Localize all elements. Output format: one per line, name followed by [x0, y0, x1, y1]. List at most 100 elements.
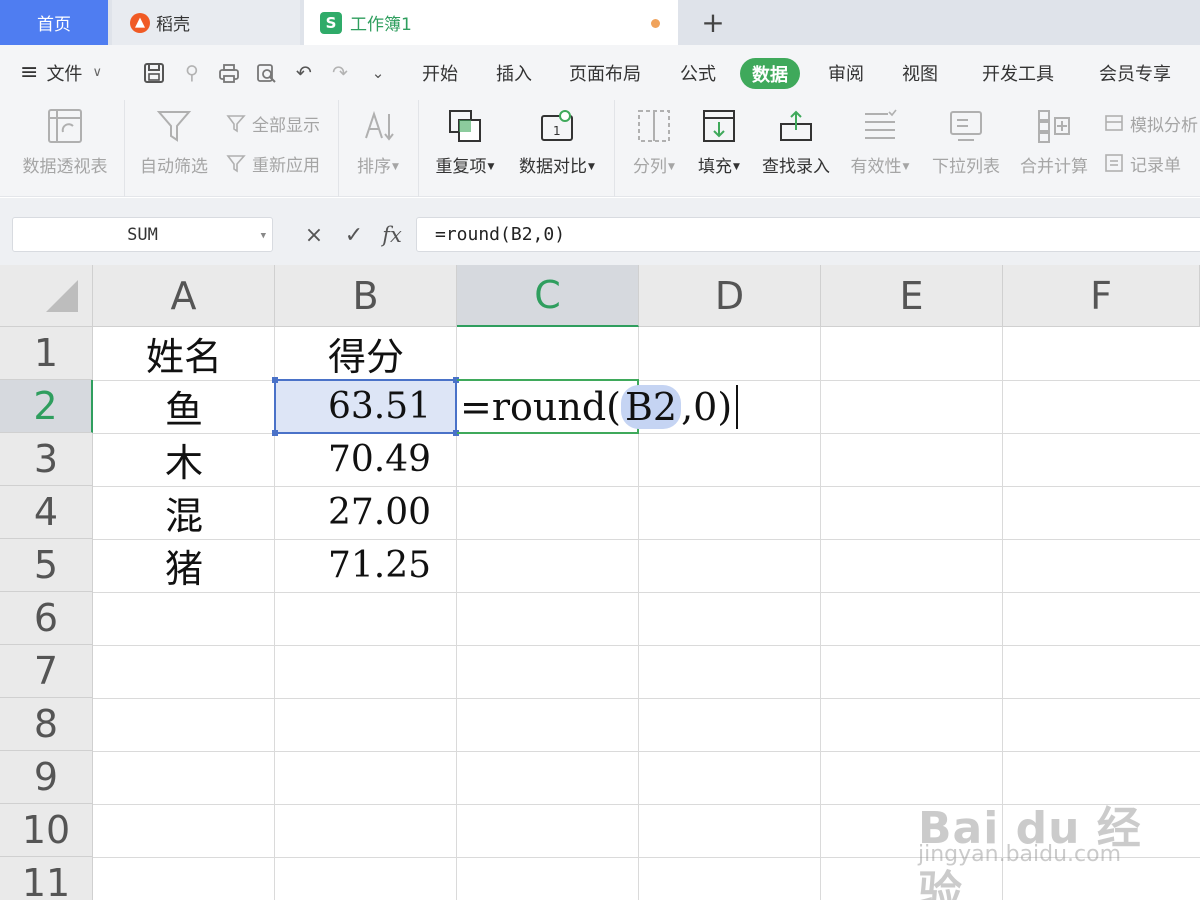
- select-all-corner[interactable]: [0, 265, 93, 327]
- row-header-9[interactable]: 9: [0, 751, 93, 804]
- row-header-10-label: 10: [21, 808, 71, 852]
- gridline: [820, 327, 821, 900]
- row-header-5-label: 5: [33, 543, 59, 587]
- row-header-2[interactable]: 2: [0, 380, 93, 433]
- format-painter-icon[interactable]: ⚲: [180, 61, 204, 85]
- gridline: [93, 592, 1200, 593]
- row-header-3[interactable]: 3: [0, 433, 93, 486]
- data-compare-icon: 1: [537, 106, 577, 146]
- duplicates-button[interactable]: 重复项▼: [430, 100, 500, 197]
- svg-text:1: 1: [553, 124, 561, 138]
- split-column-button[interactable]: 分列▼: [626, 100, 682, 197]
- tab-home-label: 首页: [37, 15, 71, 35]
- cell-a2[interactable]: 鱼: [93, 380, 275, 433]
- gridline: [93, 645, 1200, 646]
- cell-b1[interactable]: 得分: [275, 327, 457, 380]
- row-header-5[interactable]: 5: [0, 539, 93, 592]
- name-box-dropdown-icon[interactable]: ▼: [261, 231, 266, 241]
- fill-down-icon: [699, 106, 739, 146]
- new-tab-button[interactable]: +: [696, 0, 730, 45]
- baidu-watermark: Bai du 经验 jingyan.baidu.com: [918, 770, 1148, 900]
- menu-tab-page-layout[interactable]: 页面布局: [569, 45, 641, 100]
- row-header-6[interactable]: 6: [0, 592, 93, 645]
- select-all-triangle-icon: [46, 280, 78, 312]
- data-compare-button[interactable]: 1 数据对比▼: [512, 100, 602, 197]
- menu-tab-insert-label: 插入: [496, 63, 532, 85]
- sort-button[interactable]: 排序▼: [350, 100, 406, 197]
- dropdown-list-icon: [946, 106, 986, 146]
- row-header-7[interactable]: 7: [0, 645, 93, 698]
- menu-tab-view[interactable]: 视图: [902, 45, 938, 100]
- fill-button[interactable]: 填充▼: [694, 100, 744, 197]
- menu-tab-insert[interactable]: 插入: [496, 45, 532, 100]
- show-all-label: 全部显示: [252, 115, 320, 136]
- column-header-b-label: B: [352, 273, 379, 318]
- chevron-down-icon: ∨: [92, 65, 102, 80]
- duplicates-label: 重复项▼: [435, 157, 495, 177]
- fx-icon: fx: [382, 223, 402, 247]
- row-header-8[interactable]: 8: [0, 698, 93, 751]
- cell-b3[interactable]: 70.49: [275, 433, 457, 486]
- cell-a1[interactable]: 姓名: [93, 327, 275, 380]
- insert-function-button[interactable]: fx: [376, 220, 408, 250]
- menu-tab-data[interactable]: 数据: [740, 58, 800, 89]
- column-header-b[interactable]: B: [275, 265, 457, 327]
- menu-tab-formula[interactable]: 公式: [680, 45, 716, 100]
- cell-a3[interactable]: 木: [93, 433, 275, 486]
- cancel-formula-button[interactable]: ×: [300, 220, 328, 250]
- menu-bar: ≡ 文件 ∨ ⚲ ↶ ↷ ⌄ 开始 插入 页面布局 公式 数据 审阅 视图 开发…: [0, 45, 1200, 100]
- pivot-table-label: 数据透视表: [22, 157, 108, 177]
- save-icon[interactable]: [142, 61, 166, 85]
- column-header-a[interactable]: A: [93, 265, 275, 327]
- consolidate-label: 合并计算: [1020, 157, 1088, 177]
- menu-tab-developer[interactable]: 开发工具: [982, 45, 1054, 100]
- column-header-d[interactable]: D: [639, 265, 821, 327]
- file-menu-button[interactable]: ≡ 文件 ∨: [20, 45, 102, 100]
- row-header-11-label: 11: [21, 861, 71, 900]
- tab-daoke[interactable]: ▲ 稻壳: [112, 0, 300, 45]
- row-header-3-label: 3: [33, 437, 59, 481]
- cell-a4[interactable]: 混: [93, 486, 275, 539]
- column-header-f[interactable]: F: [1003, 265, 1200, 327]
- customize-toolbar-icon[interactable]: ⌄: [366, 61, 390, 85]
- cell-a5[interactable]: 猪: [93, 539, 275, 592]
- record-form-button[interactable]: 记录单: [1102, 150, 1181, 176]
- undo-icon[interactable]: ↶: [292, 61, 316, 85]
- autofilter-button[interactable]: 自动筛选: [136, 100, 212, 197]
- lookup-entry-button[interactable]: 查找录入: [756, 100, 836, 197]
- menu-tab-review[interactable]: 审阅: [828, 45, 864, 100]
- menu-tab-start[interactable]: 开始: [422, 45, 458, 100]
- row-header-11[interactable]: 11: [0, 857, 93, 900]
- simulate-analysis-button[interactable]: 模拟分析: [1102, 110, 1198, 136]
- pivot-table-button[interactable]: 数据透视表: [18, 100, 112, 197]
- cell-b4[interactable]: 27.00: [275, 486, 457, 539]
- formula-input[interactable]: =round(B2,0): [416, 217, 1200, 252]
- editor-suffix: ,0): [681, 385, 733, 429]
- show-all-button[interactable]: 全部显示: [224, 110, 320, 136]
- confirm-formula-button[interactable]: ✓: [340, 220, 368, 250]
- column-header-c[interactable]: C: [457, 265, 639, 327]
- cell-b2[interactable]: 63.51: [275, 380, 457, 433]
- validity-icon: [860, 106, 900, 146]
- split-column-icon: [634, 106, 674, 146]
- row-header-10[interactable]: 10: [0, 804, 93, 857]
- column-header-a-label: A: [170, 273, 197, 318]
- tab-bar: 首页 ▲ 稻壳 S 工作簿1 +: [0, 0, 1200, 45]
- column-header-e[interactable]: E: [821, 265, 1003, 327]
- tab-home[interactable]: 首页: [0, 0, 108, 45]
- consolidate-button[interactable]: 合并计算: [1016, 100, 1092, 197]
- row-header-4[interactable]: 4: [0, 486, 93, 539]
- dropdown-list-button[interactable]: 下拉列表: [928, 100, 1004, 197]
- row-header-1[interactable]: 1: [0, 327, 93, 380]
- cell-b5[interactable]: 71.25: [275, 539, 457, 592]
- tab-workbook[interactable]: S 工作簿1: [304, 0, 678, 45]
- spreadsheet-app: 首页 ▲ 稻壳 S 工作簿1 + ≡ 文件 ∨ ⚲ ↶ ↷ ⌄ 开始 插入 页面…: [0, 0, 1200, 900]
- validity-button[interactable]: 有效性▼: [846, 100, 914, 197]
- print-icon[interactable]: [217, 61, 241, 85]
- cell-c2-editor[interactable]: =round(B2,0): [460, 381, 739, 433]
- menu-tab-member[interactable]: 会员专享: [1099, 45, 1171, 100]
- name-box[interactable]: SUM ▼: [12, 217, 273, 252]
- redo-icon[interactable]: ↷: [328, 61, 352, 85]
- print-preview-icon[interactable]: [254, 61, 278, 85]
- reapply-button[interactable]: 重新应用: [224, 150, 320, 176]
